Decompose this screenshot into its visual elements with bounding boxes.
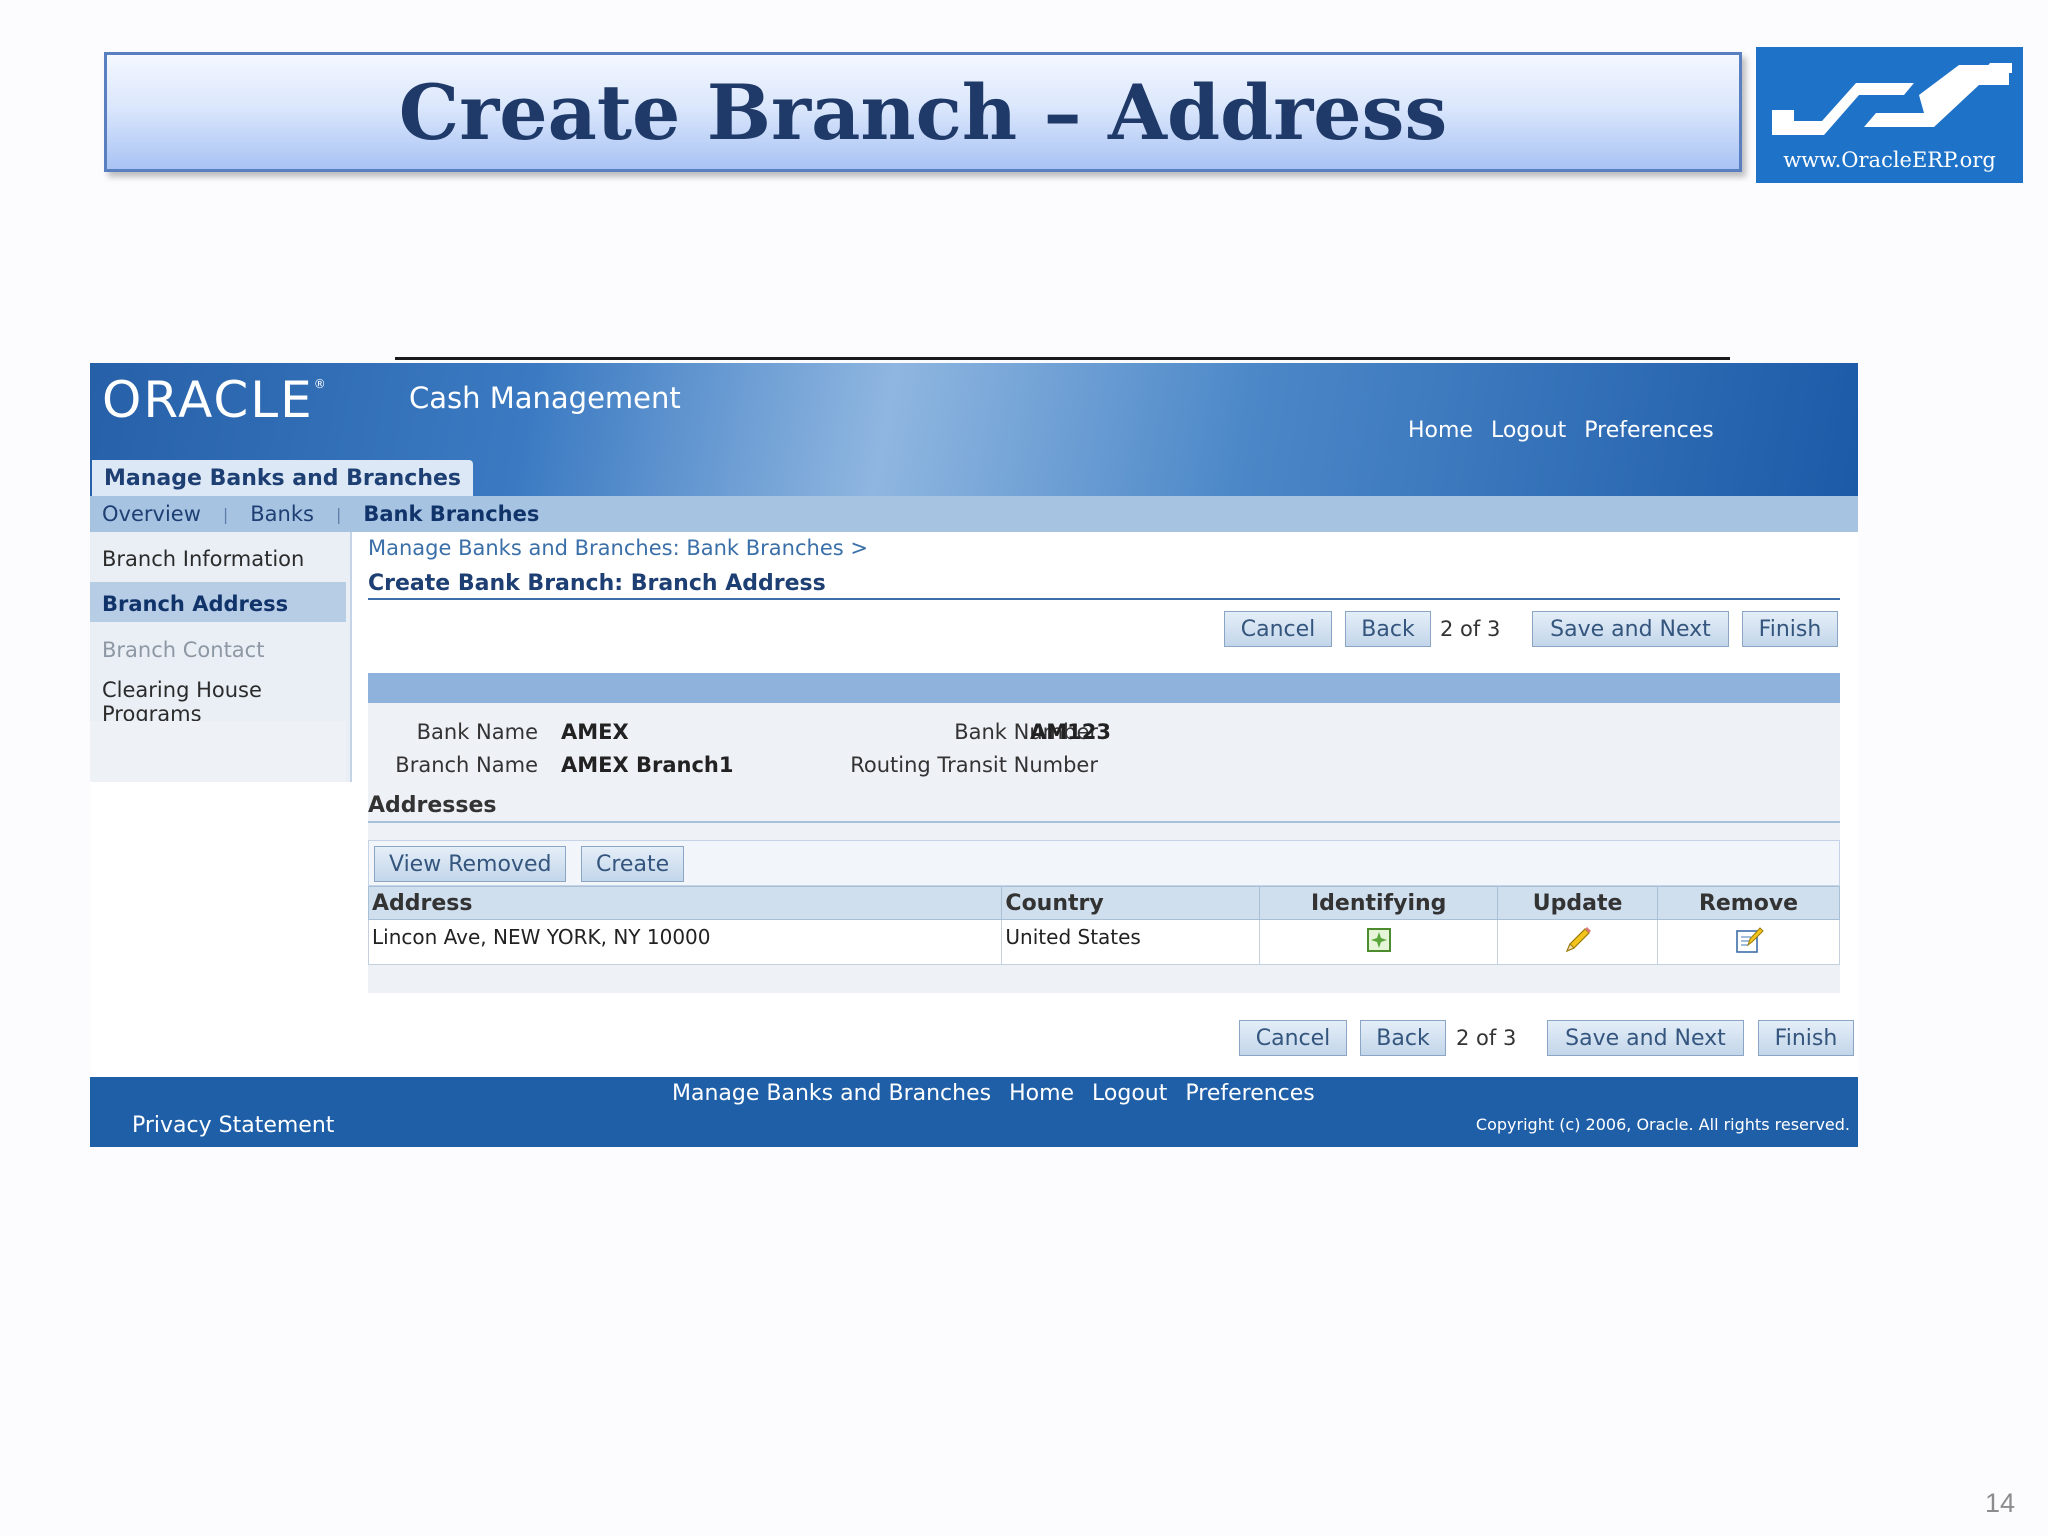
- finish-button-bottom[interactable]: Finish: [1758, 1020, 1854, 1056]
- addresses-section-title: Addresses: [368, 793, 497, 818]
- column-header-remove: Remove: [1657, 886, 1840, 920]
- bank-number-value: AM123: [1030, 720, 1111, 744]
- global-link-logout[interactable]: Logout: [1491, 418, 1566, 443]
- cancel-button-top[interactable]: Cancel: [1224, 611, 1332, 647]
- addresses-table-toolbar: View Removed Create: [368, 840, 1840, 886]
- address-cell: Lincon Ave, NEW YORK, NY 10000: [367, 919, 1003, 965]
- slide-title: Create Branch – Address: [398, 67, 1448, 157]
- logo-url-text: www.OracleERP.org: [1783, 148, 1996, 172]
- oracle-brand-logo: ORACLE®: [102, 371, 328, 429]
- logo-graphic-icon: [1772, 63, 2012, 135]
- slide-page-number: 14: [1985, 1488, 2016, 1518]
- privacy-statement-link[interactable]: Privacy Statement: [132, 1113, 334, 1138]
- screenshot-top-line: [395, 357, 1730, 360]
- bank-name-label: Bank Name: [416, 720, 538, 744]
- update-cell: [1497, 919, 1659, 965]
- branch-name-value: AMEX Branch1: [561, 753, 734, 777]
- oracle-app-window: ORACLE® Cash Management Home Logout Pref…: [90, 363, 1858, 1147]
- footer-link-home[interactable]: Home: [1009, 1081, 1074, 1106]
- addresses-table: Address Country Identifying Update Remov…: [367, 886, 1840, 965]
- addresses-section-divider: [368, 821, 1840, 823]
- finish-button-top[interactable]: Finish: [1742, 611, 1838, 647]
- subnav-bank-branches[interactable]: Bank Branches: [363, 502, 539, 526]
- column-header-country[interactable]: Country: [1001, 886, 1261, 920]
- oracleerp-logo: www.OracleERP.org: [1756, 47, 2023, 183]
- subnav-banks[interactable]: Banks: [250, 502, 314, 526]
- subnav-separator: |: [335, 504, 342, 524]
- create-address-button[interactable]: Create: [581, 846, 685, 882]
- section-header-bar: [368, 673, 1840, 703]
- product-name: Cash Management: [409, 381, 681, 415]
- footer-links: Manage Banks and Branches Home Logout Pr…: [672, 1081, 1315, 1106]
- subnav-separator: |: [222, 504, 229, 524]
- train-side-nav: Branch Information Branch Address Branch…: [90, 532, 352, 782]
- column-header-identifying: Identifying: [1259, 886, 1499, 920]
- remove-edit-icon[interactable]: [1734, 925, 1764, 955]
- sidenav-bottom-fill: [90, 721, 346, 782]
- pencil-icon[interactable]: [1563, 925, 1593, 955]
- sidenav-branch-information[interactable]: Branch Information: [102, 547, 304, 571]
- footer-link-manage-banks[interactable]: Manage Banks and Branches: [672, 1081, 991, 1106]
- table-row: Lincon Ave, NEW YORK, NY 10000 United St…: [367, 919, 1840, 965]
- slide-title-banner: Create Branch – Address: [104, 52, 1742, 172]
- table-header-row: Address Country Identifying Update Remov…: [367, 886, 1840, 920]
- sidenav-clearing-line1: Clearing House: [102, 678, 262, 702]
- subnav-overview[interactable]: Overview: [102, 502, 201, 526]
- save-and-next-button-bottom[interactable]: Save and Next: [1547, 1020, 1744, 1056]
- footer-link-logout[interactable]: Logout: [1092, 1081, 1167, 1106]
- heading-divider: [368, 598, 1840, 600]
- sidenav-clearing-house-programs[interactable]: Clearing House Programs: [102, 678, 262, 726]
- app-header: ORACLE® Cash Management Home Logout Pref…: [90, 363, 1858, 496]
- back-button-top[interactable]: Back: [1345, 611, 1431, 647]
- tab-manage-banks-and-branches[interactable]: Manage Banks and Branches: [92, 460, 473, 496]
- step-indicator-bottom: 2 of 3: [1456, 1026, 1517, 1050]
- global-links: Home Logout Preferences: [1408, 418, 1714, 443]
- footer-link-preferences[interactable]: Preferences: [1185, 1081, 1314, 1106]
- back-button-bottom[interactable]: Back: [1360, 1020, 1446, 1056]
- country-cell: United States: [1001, 919, 1261, 965]
- branch-name-label: Branch Name: [395, 753, 538, 777]
- sidenav-branch-contact: Branch Contact: [102, 638, 265, 662]
- cancel-button-bottom[interactable]: Cancel: [1239, 1020, 1347, 1056]
- column-header-update: Update: [1497, 886, 1659, 920]
- identifying-cell: [1259, 919, 1499, 965]
- copyright-text: Copyright (c) 2006, Oracle. All rights r…: [1475, 1115, 1850, 1134]
- routing-transit-number-label: Routing Transit Number: [850, 753, 1098, 777]
- page-heading: Create Bank Branch: Branch Address: [368, 571, 826, 596]
- global-link-home[interactable]: Home: [1408, 418, 1473, 443]
- sub-navigation: Overview | Banks | Bank Branches: [90, 496, 1858, 532]
- bank-name-value: AMEX: [561, 720, 629, 744]
- app-footer: Manage Banks and Branches Home Logout Pr…: [90, 1077, 1858, 1147]
- breadcrumb[interactable]: Manage Banks and Branches: Bank Branches…: [368, 536, 868, 560]
- identifying-check-icon: [1366, 927, 1391, 952]
- global-link-preferences[interactable]: Preferences: [1584, 418, 1713, 443]
- step-indicator-top: 2 of 3: [1440, 617, 1501, 641]
- column-header-address[interactable]: Address: [367, 886, 1003, 920]
- save-and-next-button-top[interactable]: Save and Next: [1532, 611, 1729, 647]
- sidenav-branch-address[interactable]: Branch Address: [102, 592, 288, 616]
- view-removed-button[interactable]: View Removed: [374, 846, 567, 882]
- remove-cell: [1657, 919, 1840, 965]
